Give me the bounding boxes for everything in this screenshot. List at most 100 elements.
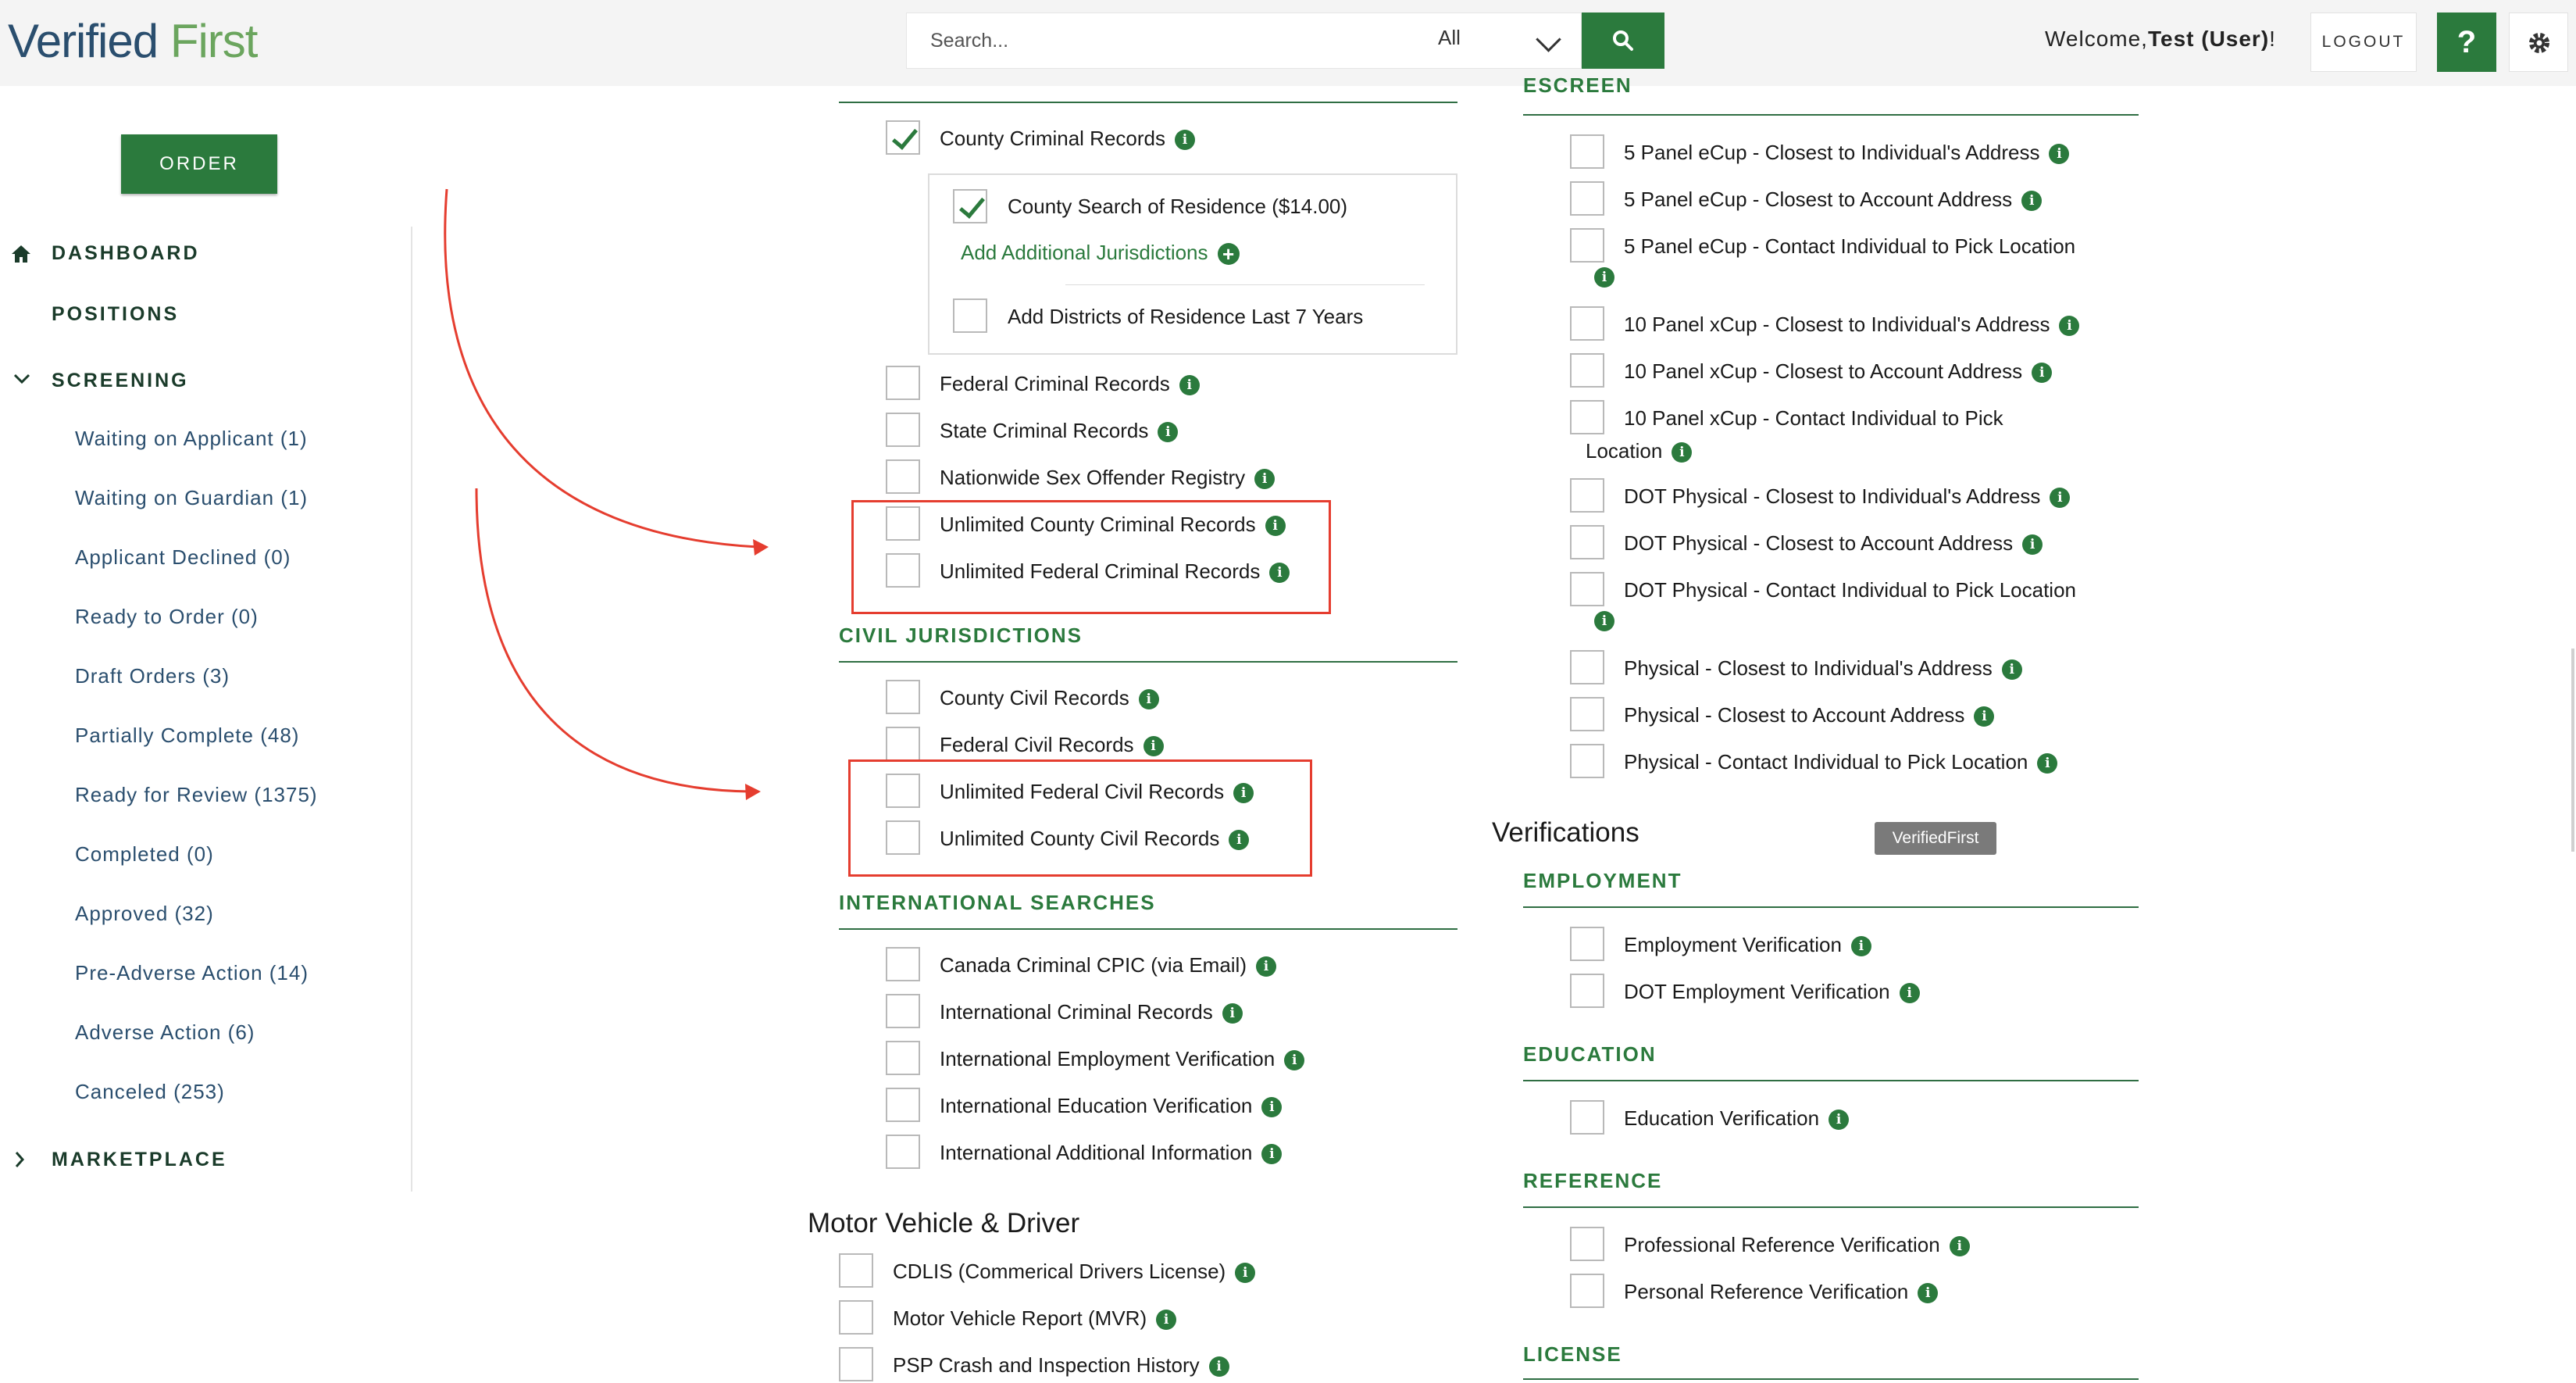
checkbox-sex-offender-registry[interactable] bbox=[886, 459, 920, 494]
info-icon[interactable]: i bbox=[1918, 1283, 1939, 1304]
info-icon[interactable]: i bbox=[1143, 736, 1164, 757]
checkbox-dot-physical-pick-location[interactable] bbox=[1570, 572, 1604, 606]
checkbox-mvr[interactable] bbox=[839, 1300, 873, 1335]
checkbox-county-criminal[interactable] bbox=[886, 120, 920, 155]
info-icon[interactable]: i bbox=[2049, 144, 2070, 165]
sidebar-item-dashboard[interactable]: DASHBOARD bbox=[52, 242, 200, 265]
info-icon[interactable]: i bbox=[1156, 1310, 1177, 1331]
info-icon[interactable]: i bbox=[1261, 1144, 1283, 1165]
verified-first-logo[interactable]: Verified First bbox=[8, 14, 258, 68]
sidebar-item-adverse-action[interactable]: Adverse Action (6) bbox=[75, 1020, 255, 1045]
checkbox-5-panel-pick-location[interactable] bbox=[1570, 228, 1604, 263]
info-icon[interactable]: i bbox=[1222, 1003, 1243, 1024]
info-icon[interactable]: i bbox=[1208, 1356, 1229, 1378]
checkbox-10-panel-pick-location[interactable] bbox=[1570, 400, 1604, 434]
info-icon[interactable]: i bbox=[1256, 956, 1276, 977]
info-icon[interactable]: i bbox=[1672, 442, 1693, 463]
checkbox-physical-pick-location[interactable] bbox=[1570, 744, 1604, 778]
info-icon[interactable]: i bbox=[1233, 783, 1254, 804]
add-jurisdictions-link[interactable]: Add Additional Jurisdictions + bbox=[961, 241, 1240, 266]
info-icon[interactable]: i bbox=[2001, 659, 2022, 681]
info-icon[interactable]: i bbox=[1269, 563, 1290, 584]
checkbox-unlimited-county-criminal[interactable] bbox=[886, 506, 920, 541]
help-button[interactable]: ? bbox=[2437, 13, 2496, 72]
info-icon[interactable]: i bbox=[1261, 1097, 1283, 1118]
info-icon[interactable]: i bbox=[1284, 1050, 1305, 1071]
checkbox-education-verification[interactable] bbox=[1570, 1100, 1604, 1135]
sidebar-item-completed[interactable]: Completed (0) bbox=[75, 842, 214, 867]
checkbox-federal-criminal[interactable] bbox=[886, 366, 920, 400]
checkbox-employment-verification[interactable] bbox=[1570, 927, 1604, 961]
info-icon[interactable]: i bbox=[1594, 611, 1614, 631]
info-icon[interactable]: i bbox=[2021, 191, 2043, 212]
checkbox-unlimited-federal-civil[interactable] bbox=[886, 774, 920, 808]
sidebar-item-screening[interactable]: SCREENING bbox=[52, 370, 189, 392]
sidebar-item-applicant-declined[interactable]: Applicant Declined (0) bbox=[75, 545, 291, 570]
sidebar-item-partially-complete[interactable]: Partially Complete (48) bbox=[75, 724, 299, 748]
sidebar-item-canceled[interactable]: Canceled (253) bbox=[75, 1080, 225, 1104]
order-button[interactable]: ORDER bbox=[121, 134, 277, 194]
checkbox-federal-civil[interactable] bbox=[886, 727, 920, 761]
checkbox-10-panel-account[interactable] bbox=[1570, 353, 1604, 388]
info-icon[interactable]: i bbox=[1850, 936, 1871, 957]
checkbox-cdlis[interactable] bbox=[839, 1253, 873, 1288]
sidebar-item-waiting-on-guardian[interactable]: Waiting on Guardian (1) bbox=[75, 486, 308, 510]
info-icon[interactable]: i bbox=[2022, 534, 2043, 556]
sidebar-item-ready-for-review[interactable]: Ready for Review (1375) bbox=[75, 783, 318, 807]
chevron-down-icon[interactable] bbox=[12, 373, 31, 385]
info-icon[interactable]: i bbox=[1138, 689, 1159, 710]
checkbox-international-additional[interactable] bbox=[886, 1135, 920, 1169]
info-icon[interactable]: i bbox=[1829, 1110, 1850, 1131]
sidebar-item-pre-adverse-action[interactable]: Pre-Adverse Action (14) bbox=[75, 961, 309, 985]
sidebar-item-draft-orders[interactable]: Draft Orders (3) bbox=[75, 664, 230, 688]
checkbox-professional-reference[interactable] bbox=[1570, 1227, 1604, 1261]
scrollbar[interactable] bbox=[2571, 649, 2574, 852]
search-input[interactable] bbox=[907, 13, 1375, 68]
info-icon[interactable]: i bbox=[1229, 830, 1250, 851]
checkbox-county-search-residence[interactable] bbox=[953, 189, 987, 223]
checkbox-dot-physical-account[interactable] bbox=[1570, 525, 1604, 559]
sidebar-item-waiting-on-applicant[interactable]: Waiting on Applicant (1) bbox=[75, 427, 308, 451]
checkbox-county-civil[interactable] bbox=[886, 680, 920, 714]
checkbox-international-education[interactable] bbox=[886, 1088, 920, 1122]
info-icon[interactable]: i bbox=[1158, 422, 1179, 443]
checkbox-5-panel-individual[interactable] bbox=[1570, 134, 1604, 169]
info-icon[interactable]: i bbox=[2032, 363, 2053, 384]
info-icon[interactable]: i bbox=[2037, 753, 2058, 774]
checkbox-dot-physical-individual[interactable] bbox=[1570, 478, 1604, 513]
logout-button[interactable]: LOGOUT bbox=[2310, 13, 2417, 72]
sidebar-item-positions[interactable]: POSITIONS bbox=[52, 303, 179, 326]
sidebar-item-ready-to-order[interactable]: Ready to Order (0) bbox=[75, 605, 259, 629]
chevron-right-icon[interactable] bbox=[14, 1150, 25, 1169]
search-scope-select[interactable]: All bbox=[1438, 26, 1461, 50]
checkbox-international-employment[interactable] bbox=[886, 1041, 920, 1075]
info-icon[interactable]: i bbox=[1179, 375, 1200, 396]
checkbox-international-criminal[interactable] bbox=[886, 994, 920, 1028]
chevron-down-icon[interactable] bbox=[1536, 27, 1561, 52]
checkbox-physical-individual[interactable] bbox=[1570, 650, 1604, 684]
checkbox-state-criminal[interactable] bbox=[886, 413, 920, 447]
info-icon[interactable]: i bbox=[1265, 516, 1286, 537]
checkbox-dot-employment-verification[interactable] bbox=[1570, 974, 1604, 1008]
checkbox-unlimited-county-civil[interactable] bbox=[886, 820, 920, 855]
checkbox-add-districts[interactable] bbox=[953, 298, 987, 333]
checkbox-10-panel-individual[interactable] bbox=[1570, 306, 1604, 341]
checkbox-psp[interactable] bbox=[839, 1347, 873, 1381]
settings-button[interactable] bbox=[2509, 13, 2568, 72]
info-icon[interactable]: i bbox=[1594, 267, 1614, 288]
info-icon[interactable]: i bbox=[1899, 983, 1920, 1004]
search-button[interactable] bbox=[1582, 13, 1664, 69]
info-icon[interactable]: i bbox=[1174, 130, 1195, 151]
sidebar-item-approved[interactable]: Approved (32) bbox=[75, 902, 214, 926]
info-icon[interactable]: i bbox=[1235, 1263, 1256, 1284]
checkbox-5-panel-account[interactable] bbox=[1570, 181, 1604, 216]
checkbox-personal-reference[interactable] bbox=[1570, 1274, 1604, 1308]
checkbox-canada-cpic[interactable] bbox=[886, 947, 920, 981]
checkbox-physical-account[interactable] bbox=[1570, 697, 1604, 731]
info-icon[interactable]: i bbox=[2059, 316, 2080, 337]
checkbox-unlimited-federal-criminal[interactable] bbox=[886, 553, 920, 588]
sidebar-item-marketplace[interactable]: MARKETPLACE bbox=[52, 1149, 227, 1171]
info-icon[interactable]: i bbox=[2050, 488, 2071, 509]
info-icon[interactable]: i bbox=[1974, 706, 1995, 727]
info-icon[interactable]: i bbox=[1949, 1236, 1970, 1257]
